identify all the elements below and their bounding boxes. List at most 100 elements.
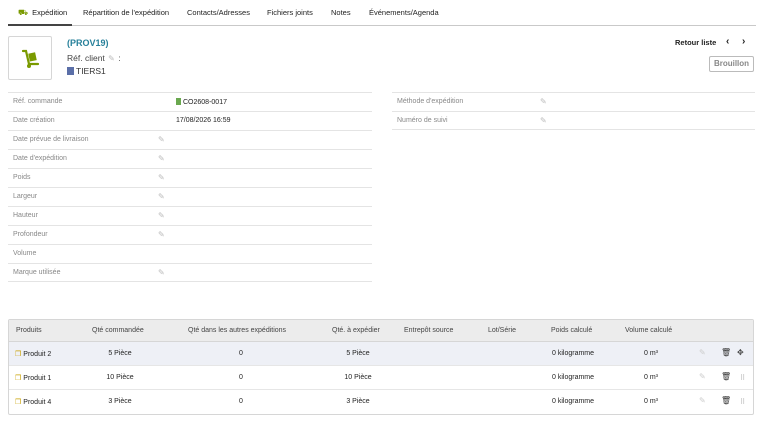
dolly-icon: ⛟ (18, 8, 29, 17)
qty-other: 0 (239, 374, 243, 381)
pencil-icon[interactable]: ✎ (699, 348, 706, 357)
column-header: Entrepôt source (404, 327, 454, 334)
pencil-icon[interactable]: ✎ (108, 54, 115, 63)
field-row: Numéro de suivi ✎ (392, 111, 755, 130)
dolly-icon (21, 49, 40, 68)
qty-to-ship: 5 Pièce (346, 350, 370, 357)
field-label: Date création (13, 117, 55, 124)
pencil-icon[interactable]: ✎ (699, 372, 706, 381)
column-header: Qté commandée (92, 327, 144, 334)
trash-icon[interactable]: 🗑 (721, 348, 731, 357)
field-label: Marque utilisée (13, 269, 61, 276)
table-row[interactable]: ❒ Produit 4 3 Pièce 0 3 Pièce 0 kilogramm… (9, 390, 753, 414)
field-row: Réf. commande CO2608-0017 (8, 92, 372, 111)
fields-right: Méthode d'expédition ✎ Numéro de suivi ✎ (392, 92, 755, 130)
trash-icon[interactable]: 🗑 (721, 372, 731, 381)
box-icon: ❒ (15, 375, 22, 382)
pencil-icon[interactable]: ✎ (699, 396, 706, 405)
trash-icon[interactable]: 🗑 (721, 396, 731, 405)
qty-ordered: 3 Pièce (108, 398, 132, 405)
product-link[interactable]: ❒ Produit 4 (15, 398, 51, 406)
table-header: Produits Qté commandée Qté dans les autr… (9, 320, 753, 342)
field-label: Réf. commande (13, 98, 63, 105)
volume: 0 m³ (644, 350, 658, 357)
field-row: Poids ✎ (8, 168, 372, 187)
order-ref: CO2608-0017 (183, 99, 227, 106)
back-to-list-link[interactable]: Retour liste (675, 38, 716, 47)
object-logo (8, 36, 52, 80)
volume: 0 m³ (644, 374, 658, 381)
shipment-ref: (PROV19) (67, 38, 109, 48)
drag-handle-icon[interactable]: ⠿ (740, 398, 745, 406)
qty-to-ship: 10 Pièce (344, 374, 372, 381)
qty-other: 0 (239, 350, 243, 357)
box-icon: ❒ (15, 351, 22, 358)
ref-client-label: Réf. client (67, 53, 105, 63)
product-name: Produit 2 (23, 351, 52, 358)
field-row: Méthode d'expédition ✎ (392, 92, 755, 111)
tab-notes[interactable]: Notes (331, 8, 351, 17)
qty-other: 0 (239, 398, 243, 405)
ref-client: Réf. client ✎ : (67, 53, 121, 63)
field-row: Date création 17/08/2026 16:59 (8, 111, 372, 130)
box-icon: ❒ (15, 399, 22, 406)
tab-label: Expédition (32, 8, 68, 17)
table-row[interactable]: ❒ Produit 1 10 Pièce 0 10 Pièce 0 kilogra… (9, 366, 753, 390)
field-label: Largeur (13, 193, 38, 200)
pencil-icon[interactable]: ✎ (158, 154, 165, 163)
tab-repartition[interactable]: Répartition de l'expédition (83, 8, 169, 17)
weight: 0 kilogramme (552, 398, 595, 405)
pencil-icon[interactable]: ✎ (158, 135, 165, 144)
table-row[interactable]: ❒ Produit 2 5 Pièce 0 5 Pièce 0 kilogramm… (9, 342, 753, 366)
drag-handle-icon[interactable]: ⠿ (740, 374, 745, 382)
pencil-icon[interactable]: ✎ (158, 268, 165, 277)
tiers-label: TIERS1 (76, 66, 106, 76)
shipment-lines-table: Produits Qté commandée Qté dans les autr… (8, 319, 754, 415)
pencil-icon[interactable]: ✎ (158, 192, 165, 201)
column-header: Lot/Série (488, 327, 517, 334)
chevron-right-icon[interactable]: › (742, 36, 745, 47)
column-header: Qté dans les autres expéditions (188, 327, 287, 334)
qty-ordered: 5 Pièce (108, 350, 132, 357)
qty-ordered: 10 Pièce (106, 374, 134, 381)
field-row: Hauteur ✎ (8, 206, 372, 225)
tab-expedition[interactable]: ⛟ Expédition (18, 8, 67, 18)
product-link[interactable]: ❒ Produit 1 (15, 374, 51, 382)
pencil-icon[interactable]: ✎ (158, 211, 165, 220)
pencil-icon[interactable]: ✎ (540, 116, 547, 125)
product-name: Produit 4 (23, 399, 52, 406)
field-label: Profondeur (13, 231, 48, 238)
active-tab-indicator (8, 24, 72, 26)
pencil-icon[interactable]: ✎ (540, 97, 547, 106)
pencil-icon[interactable]: ✎ (158, 230, 165, 239)
chevron-left-icon[interactable]: ‹ (726, 36, 729, 47)
field-row: Volume (8, 244, 372, 263)
pencil-icon[interactable]: ✎ (158, 173, 165, 182)
order-link[interactable]: CO2608-0017 (176, 98, 227, 106)
field-label: Date d'expédition (13, 155, 67, 162)
field-row: Marque utilisée ✎ (8, 263, 372, 282)
fields-left: Réf. commande CO2608-0017 Date création … (8, 92, 372, 282)
field-label: Méthode d'expédition (397, 98, 464, 105)
weight: 0 kilogramme (552, 374, 595, 381)
field-row: Largeur ✎ (8, 187, 372, 206)
ref-client-suffix: : (118, 53, 121, 63)
field-label: Volume (13, 250, 37, 257)
field-row: Date d'expédition ✎ (8, 149, 372, 168)
qty-to-ship: 3 Pièce (346, 398, 370, 405)
tab-contacts[interactable]: Contacts/Adresses (187, 8, 250, 17)
tab-fichiers[interactable]: Fichiers joints (267, 8, 313, 17)
status-badge: Brouillon (709, 56, 754, 72)
move-icon[interactable]: ✥ (737, 348, 744, 357)
field-label: Numéro de suivi (397, 117, 448, 124)
tiers-link[interactable]: TIERS1 (67, 66, 106, 76)
field-row: Profondeur ✎ (8, 225, 372, 244)
weight: 0 kilogramme (552, 350, 595, 357)
product-name: Produit 1 (23, 375, 52, 382)
field-row: Date prévue de livraison ✎ (8, 130, 372, 149)
tab-evenements[interactable]: Événements/Agenda (369, 8, 439, 17)
column-header: Produits (16, 327, 42, 334)
tab-bar: ⛟ Expédition Répartition de l'expédition… (8, 0, 756, 26)
column-header: Volume calculé (625, 327, 673, 334)
product-link[interactable]: ❒ Produit 2 (15, 350, 51, 358)
